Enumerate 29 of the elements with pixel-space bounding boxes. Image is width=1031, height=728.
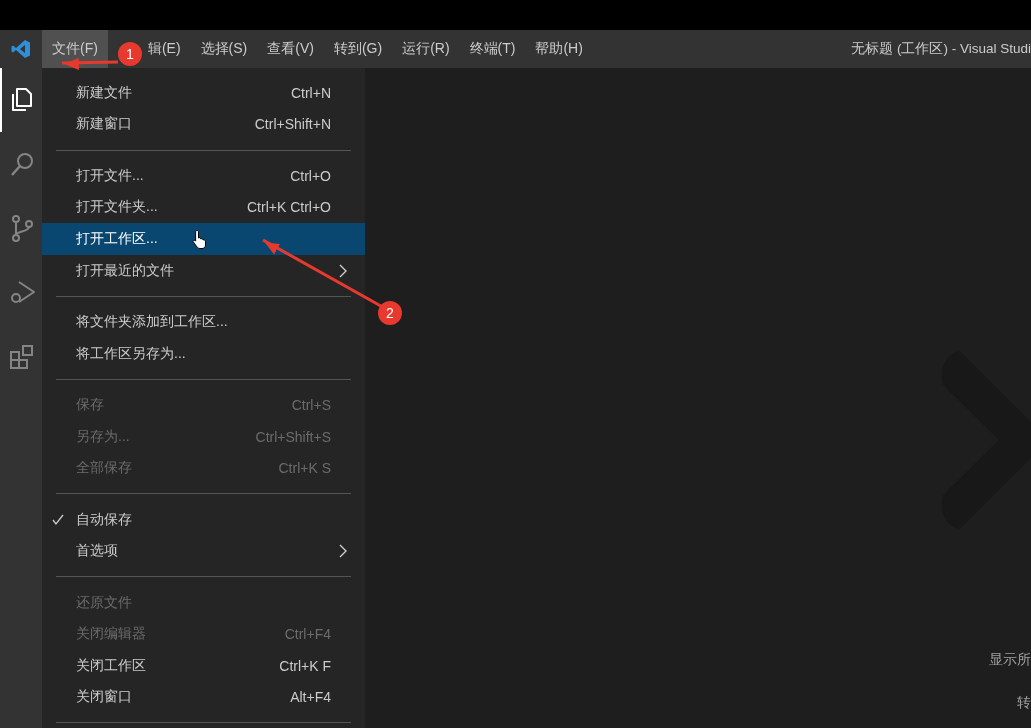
menu-entry[interactable]: 关闭工作区 Ctrl+K F [42, 649, 365, 682]
menu-entry[interactable]: 自动保存 [42, 503, 365, 536]
menu-item[interactable]: 帮助(H) [525, 30, 593, 68]
shortcut-hint: 转 [1017, 694, 1031, 712]
menu-item[interactable]: 查看(V) [257, 30, 324, 68]
app-logo-icon [11, 39, 31, 59]
menu-item[interactable]: 转到(G) [323, 30, 393, 68]
menu-entry[interactable]: 将工作区另存为... [42, 337, 365, 370]
menu-item[interactable]: 运行(R) [392, 30, 460, 68]
shortcut-hint: 显示所 [989, 651, 1031, 669]
menu-entry[interactable]: 打开文件夹... Ctrl+K Ctrl+O [42, 191, 365, 224]
hand-cursor-icon [191, 228, 208, 249]
menu-entry[interactable]: 打开工作区... [42, 223, 365, 255]
window-title: 无标题 (工作区) - Visual Studi [850, 40, 1031, 58]
menu-entry[interactable]: 打开文件... Ctrl+O [42, 160, 365, 192]
menu-item[interactable]: 文件(F) [42, 30, 108, 68]
chevron-right-icon [339, 263, 347, 278]
menu-entry[interactable]: 将文件夹添加到工作区... [42, 306, 365, 338]
menu-entry[interactable]: 首选项 [42, 535, 365, 567]
chevron-right-icon [339, 544, 347, 559]
menu-entry[interactable]: 关闭窗口 Alt+F4 [42, 681, 365, 714]
number-badge: 1 [118, 42, 142, 66]
annotation-arrow [61, 57, 119, 70]
menu-entry[interactable]: 新建窗口 Ctrl+Shift+N [42, 108, 365, 141]
menu-item[interactable]: 选择(S) [190, 30, 258, 68]
menu-entry[interactable]: 打开最近的文件 [42, 254, 365, 287]
menu-entry[interactable]: 新建文件 Ctrl+N [42, 77, 365, 109]
menu-item[interactable]: 终端(T) [459, 30, 526, 68]
number-badge: 2 [378, 301, 402, 325]
